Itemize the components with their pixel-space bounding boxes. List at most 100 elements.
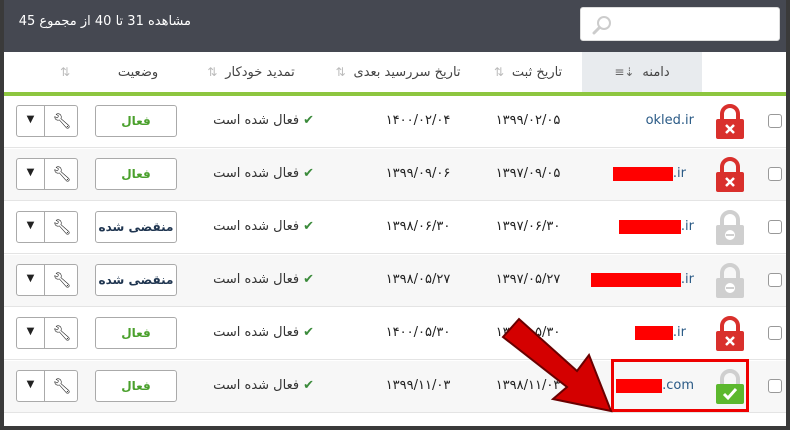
expiration-date: ۱۴۰۰/۰۵/۳۰ [385,325,451,340]
sort-icon: ⇅ [493,65,504,79]
row-checkbox[interactable] [768,220,782,234]
auto-renew-label: فعال شده است [213,219,300,234]
header-registration[interactable]: تاریخ ثبت ⇅ [474,52,582,92]
wrench-icon[interactable]: 🔧︎ [47,212,77,242]
row-checkbox[interactable] [768,114,782,128]
registration-date: ۱۳۹۹/۰۲/۰۵ [495,113,561,128]
actions-dropdown[interactable]: ▼ 🔧︎ [16,370,78,402]
actions-dropdown[interactable]: ▼ 🔧︎ [16,211,78,243]
registration-date: ۱۳۹۷/۰۶/۳۰ [495,219,561,234]
sort-icon: ⇅ [59,65,71,79]
caret-down-icon[interactable]: ▼ [17,371,45,401]
caret-down-icon[interactable]: ▼ [17,265,45,295]
table-header: دامنه ⇣≡ تاریخ ثبت ⇅ تاریخ سررسید بعدی ⇅ تم… [4,52,786,92]
registration-date: ۱۳۹۷/۰۵/۲۷ [495,272,561,287]
check-icon: ✔ [303,219,314,234]
auto-renew-status: ✔فعال شده است [194,378,314,393]
domain-locked-icon [716,157,744,192]
auto-renew-label: فعال شده است [213,272,300,287]
redacted-domain-name [634,325,673,340]
domain-suffix: .ir [680,219,694,234]
pagination-summary: مشاهده 31 تا 40 از مجموع 45 [18,14,191,29]
wrench-icon[interactable]: 🔧︎ [47,318,77,348]
domain-locked-icon [716,104,744,139]
search-input[interactable] [580,7,780,41]
pointer-arrow-icon [501,317,613,413]
header-auto-renew-label: تمدید خودکار [225,65,295,80]
actions-dropdown[interactable]: ▼ 🔧︎ [16,317,78,349]
table-row: okled.ir ۱۳۹۹/۰۲/۰۵ ۱۴۰۰/۰۲/۰۴ ✔فعال شده اس… [4,96,786,148]
header-actions[interactable]: ⇅ [54,52,84,92]
auto-renew-label: فعال شده است [213,166,300,181]
actions-dropdown[interactable]: ▼ 🔧︎ [16,158,78,190]
wrench-icon[interactable]: 🔧︎ [47,159,77,189]
check-icon: ✔ [303,166,314,181]
expiration-date: ۱۳۹۹/۰۹/۰۶ [385,166,451,181]
status-badge[interactable]: فعال [95,158,177,190]
actions-dropdown[interactable]: ▼ 🔧︎ [16,264,78,296]
caret-down-icon[interactable]: ▼ [17,212,45,242]
domain-list-panel: مشاهده 31 تا 40 از مجموع 45 دامنه ⇣≡ تاری… [0,0,790,430]
header-status[interactable]: وضعیت [89,52,179,92]
domain-suffix: .ir [680,272,694,287]
header-status-label: وضعیت [117,65,159,80]
sort-icon: ⇣≡ [614,65,635,79]
sort-icon: ⇅ [207,65,218,79]
domain-locked-icon [716,316,744,351]
auto-renew-label: فعال شده است [213,325,300,340]
registration-date: ۱۳۹۷/۰۹/۰۵ [495,166,561,181]
sort-icon: ⇅ [335,65,346,79]
status-badge[interactable]: منقضی شده [95,264,177,296]
domain-link[interactable]: .ir [612,166,686,181]
expiration-date: ۱۳۹۸/۰۵/۲۷ [385,272,451,287]
wrench-icon[interactable]: 🔧︎ [47,265,77,295]
domain-link[interactable]: .ir [634,325,686,340]
domain-link[interactable]: .ir [590,272,694,287]
header-expiration-label: تاریخ سررسید بعدی [353,65,461,80]
row-checkbox[interactable] [768,379,782,393]
domain-suffix: .ir [672,325,686,340]
header-expiration[interactable]: تاریخ سررسید بعدی ⇅ [319,52,477,92]
auto-renew-status: ✔فعال شده است [194,166,314,181]
table-row: .ir ۱۳۹۷/۰۵/۲۷ ۱۳۹۸/۰۵/۲۷ ✔فعال شده است منقض… [4,255,786,307]
header-domain-label: دامنه [642,65,670,80]
auto-renew-status: ✔فعال شده است [194,325,314,340]
row-checkbox[interactable] [768,273,782,287]
redacted-domain-name [612,166,673,181]
caret-down-icon[interactable]: ▼ [17,106,45,136]
status-badge[interactable]: منقضی شده [95,211,177,243]
header-auto-renew[interactable]: تمدید خودکار ⇅ [186,52,316,92]
search-icon [592,16,611,35]
check-icon: ✔ [303,113,314,128]
domain-suffix: .ir [672,166,686,181]
auto-renew-status: ✔فعال شده است [194,272,314,287]
check-icon: ✔ [303,378,314,393]
table-row: .ir ۱۳۹۷/۰۹/۰۵ ۱۳۹۹/۰۹/۰۶ ✔فعال شده است فعال… [4,149,786,201]
status-badge[interactable]: فعال [95,370,177,402]
status-badge[interactable]: فعال [95,317,177,349]
domain-link[interactable]: okled.ir [646,113,694,128]
check-icon: ✔ [303,325,314,340]
table-row: .ir ۱۳۹۷/۰۶/۳۰ ۱۳۹۸/۰۶/۳۰ ✔فعال شده است منقض… [4,202,786,254]
auto-renew-status: ✔فعال شده است [194,113,314,128]
highlight-box [611,359,749,412]
actions-dropdown[interactable]: ▼ 🔧︎ [16,105,78,137]
caret-down-icon[interactable]: ▼ [17,159,45,189]
check-icon: ✔ [303,272,314,287]
domain-inactive-icon [716,263,744,298]
wrench-icon[interactable]: 🔧︎ [47,106,77,136]
domain-link[interactable]: .ir [618,219,694,234]
caret-down-icon[interactable]: ▼ [17,318,45,348]
redacted-domain-name [590,272,681,287]
status-badge[interactable]: فعال [95,105,177,137]
row-checkbox[interactable] [768,167,782,181]
auto-renew-label: فعال شده است [213,113,300,128]
toolbar: مشاهده 31 تا 40 از مجموع 45 [4,0,786,52]
header-domain[interactable]: دامنه ⇣≡ [582,52,702,92]
redacted-domain-name [618,219,681,234]
wrench-icon[interactable]: 🔧︎ [47,371,77,401]
expiration-date: ۱۴۰۰/۰۲/۰۴ [385,113,451,128]
expiration-date: ۱۳۹۸/۰۶/۳۰ [385,219,451,234]
auto-renew-status: ✔فعال شده است [194,219,314,234]
row-checkbox[interactable] [768,326,782,340]
